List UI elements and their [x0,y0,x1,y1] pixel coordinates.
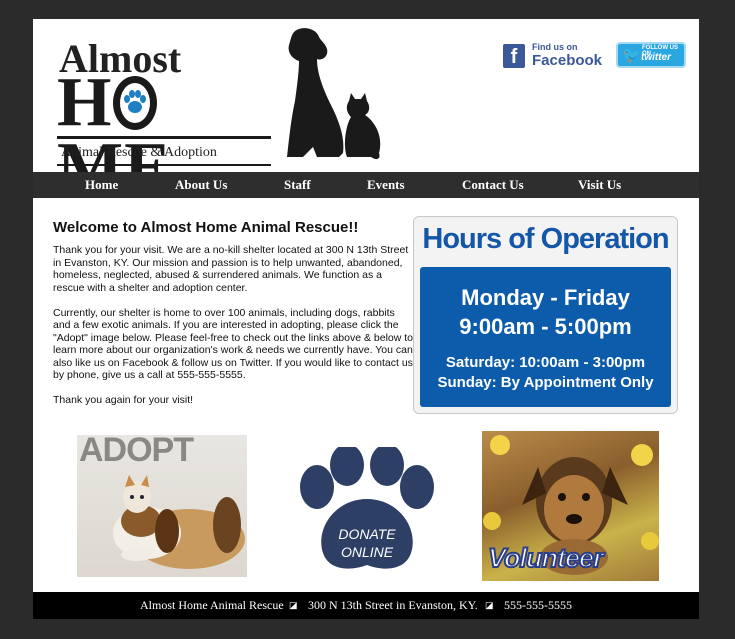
footer-separator-icon: ◪ [289,600,298,610]
nav-staff[interactable]: Staff [284,177,311,193]
site-logo[interactable]: Almost H ME Animal Rescue & Adoption [53,28,413,203]
nav-events[interactable]: Events [367,177,405,193]
nav-contact-us[interactable]: Contact Us [462,177,524,193]
paw-icon [113,75,158,130]
site-header: Almost H ME Animal Rescue & Adoption f Fi… [33,19,699,203]
twitter-big-text: twitter [641,52,671,63]
logo-rule-bottom [57,164,271,166]
facebook-big-text: Facebook [532,52,603,69]
welcome-paragraph-1: Thank you for your visit. We are a no-ki… [53,244,409,294]
hours-title: Hours of Operation [422,223,669,255]
footer-phone: 555-555-5555 [504,598,572,612]
nav-visit-us[interactable]: Visit Us [578,177,621,193]
logo-tagline: Animal Rescue & Adoption [61,145,217,160]
adopt-image-link[interactable]: ADOPT [77,435,247,577]
hours-weekdays: Monday - Friday [461,285,630,310]
footer-separator-icon: ◪ [485,600,494,610]
hours-of-operation-panel: Hours of Operation Monday - Friday 9:00a… [413,216,678,414]
footer-address: 300 N 13th Street in Evanston, KY. [308,598,478,612]
donate-line-1: DONATE [338,526,396,542]
volunteer-label: Volunteer [487,542,605,574]
nav-about-us[interactable]: About Us [175,177,227,193]
volunteer-image-link[interactable]: Volunteer [482,431,659,581]
donate-line-2: ONLINE [341,544,394,560]
welcome-heading: Welcome to Almost Home Animal Rescue!! [53,219,359,236]
twitter-bird-icon: 🐦 [622,47,641,64]
facebook-icon: f [503,44,525,68]
logo-home-text: H ME [57,68,273,203]
hours-box: Monday - Friday 9:00am - 5:00pm Saturday… [420,267,671,407]
hours-weekday-times: 9:00am - 5:00pm [459,314,632,339]
hours-saturday: Saturday: 10:00am - 3:00pm [445,354,646,371]
site-footer: Almost Home Animal Rescue ◪ 300 N 13th S… [33,592,699,619]
welcome-text: Thank you for your visit. We are a no-ki… [53,244,413,419]
donate-paw-icon: DONATE ONLINE [300,444,434,569]
hours-sunday: Sunday: By Appointment Only [437,374,654,391]
footer-org-name: Almost Home Animal Rescue [140,598,284,612]
main-nav: Home About Us Staff Events Contact Us Vi… [33,172,699,198]
welcome-paragraph-2: Currently, our shelter is home to over 1… [53,306,413,382]
dog-cat-silhouette-icon [287,28,381,160]
page-container: Almost H ME Animal Rescue & Adoption f Fi… [33,19,699,619]
welcome-paragraph-3: Thank you again for your visit! [53,394,194,406]
facebook-small-text: Find us on [532,42,578,52]
dog-and-kitten-icon [113,475,245,569]
facebook-link[interactable]: f Find us on Facebook [503,42,602,70]
donate-online-link[interactable]: DONATE ONLINE [295,444,439,575]
twitter-link[interactable]: 🐦 FOLLOW US ON twitter [616,42,686,68]
logo-rule-top [57,136,271,139]
nav-home[interactable]: Home [85,177,118,193]
